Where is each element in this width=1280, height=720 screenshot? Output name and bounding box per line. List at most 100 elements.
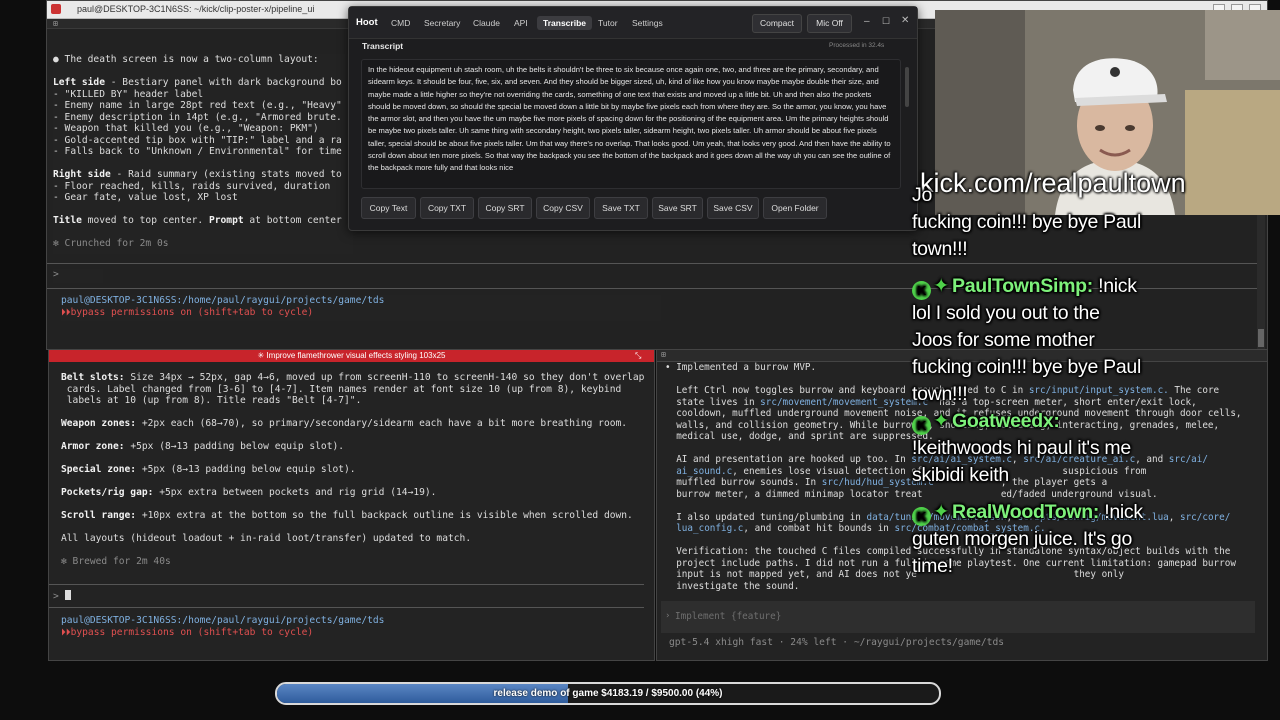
chat-username: Goatweedx: xyxy=(952,410,1060,432)
terminal-line: ✻ Crunched for 2m 0s xyxy=(53,238,169,249)
terminal-line: Right side - Raid summary (existing stat… xyxy=(53,169,342,180)
bypass-line: bypass permissions on (shift+tab to cycl… xyxy=(70,306,314,318)
goal-text: release demo of game $4183.19 / $9500.00… xyxy=(493,688,723,699)
close-icon[interactable]: ✕ xyxy=(901,15,909,26)
input-caret-icon: › xyxy=(665,611,671,621)
cwd-line: paul@DESKTOP-3C1N6SS:/home/paul/raygui/p… xyxy=(61,295,385,306)
maximize-icon[interactable]: ☐ xyxy=(882,16,890,27)
hoot-app-name: Hoot xyxy=(356,17,378,28)
transcript-label: Transcript xyxy=(362,41,404,51)
transcript-text[interactable]: In the hideout equipment uh stash room, … xyxy=(361,59,901,189)
terminal-line: investigate the sound. xyxy=(665,580,800,592)
pane-grid-icon: ⊞ xyxy=(661,350,666,359)
compact-button[interactable]: Compact xyxy=(752,14,802,33)
copy-srt-button[interactable]: Copy SRT xyxy=(478,197,532,219)
bottom-left-title: ✳ Improve flamethrower visual effects st… xyxy=(257,351,446,360)
bottom-left-output: Belt slots: Size 34px → 52px, gap 4→6, m… xyxy=(61,372,651,572)
copy-text-button[interactable]: Copy Text xyxy=(361,197,416,219)
terminal-line: Scroll range: +10px extra at the bottom … xyxy=(61,510,633,521)
terminal-line: - Gold-accented tip box with "TIP:" labe… xyxy=(53,134,342,146)
chat-overlay: Jo fucking coin!!! bye bye Paul town!!! … xyxy=(912,182,1272,580)
kick-badge-icon: K xyxy=(912,281,931,300)
terminal-line: Weapon zones: +2px each (68→70), so prim… xyxy=(61,418,628,429)
terminal-line: cards. Label changed from [3-6] to [4-7]… xyxy=(61,383,622,395)
transcript-scrollbar[interactable] xyxy=(905,67,909,107)
copy-txt-button[interactable]: Copy TXT xyxy=(420,197,474,219)
pane-grid-icon: ⊞ xyxy=(53,19,58,28)
codex-input-placeholder: Implement {feature} xyxy=(675,611,782,622)
terminal-line: - Gear fate, value lost, XP lost xyxy=(53,192,238,203)
hoot-app-window: Hoot CMD Secretary Claude API Transcribe… xyxy=(348,6,918,231)
minimize-icon[interactable]: – xyxy=(864,16,870,27)
bottom-left-status: paul@DESKTOP-3C1N6SS:/home/paul/raygui/p… xyxy=(61,615,651,641)
bl-cwd-line: paul@DESKTOP-3C1N6SS:/home/paul/raygui/p… xyxy=(61,615,385,626)
terminal-line: ✻ Brewed for 2m 40s xyxy=(61,556,171,567)
terminal-line: All layouts (hideout loadout + in-raid l… xyxy=(61,533,472,544)
hoot-nav-bar: Hoot CMD Secretary Claude API Transcribe… xyxy=(349,7,917,39)
tab-api[interactable]: API xyxy=(508,16,534,30)
mic-toggle-button[interactable]: Mic Off xyxy=(807,14,852,33)
kick-badge-icon: K xyxy=(912,507,931,526)
top-prompt[interactable]: > xyxy=(53,269,103,283)
processed-time: Processed in 32.4s xyxy=(829,42,885,49)
terminal-line: Title moved to top center. Prompt at bot… xyxy=(53,215,342,226)
terminal-line: ● The death screen is now a two-column l… xyxy=(53,54,319,65)
bl-bypass-line: bypass permissions on (shift+tab to cycl… xyxy=(70,626,314,638)
chat-username: RealWoodTown: xyxy=(952,501,1100,523)
terminal-app-icon xyxy=(51,4,61,14)
terminal-line: - "KILLED BY" header label xyxy=(53,88,204,100)
terminal-line: Pockets/rig gap: +5px extra between pock… xyxy=(61,487,437,498)
terminal-line: - Falls back to "Unknown / Environmental… xyxy=(53,146,342,157)
diamond-badge-icon: ✦ xyxy=(933,501,950,523)
resize-icon[interactable]: ⤡ xyxy=(635,351,641,361)
tab-tutor[interactable]: Tutor xyxy=(592,16,624,30)
terminal-line: labels at 10 (up from 8). Title reads "B… xyxy=(61,395,362,406)
bottom-left-titlebar[interactable]: ✳ Improve flamethrower visual effects st… xyxy=(49,350,654,362)
bottom-left-terminal: ✳ Improve flamethrower visual effects st… xyxy=(48,349,655,661)
top-terminal-title: paul@DESKTOP-3C1N6SS: ~/kick/clip-poster… xyxy=(77,4,315,14)
tab-transcribe[interactable]: Transcribe xyxy=(537,16,592,30)
bl-divider xyxy=(49,584,644,585)
terminal-line: - Floor reached, kills, raids survived, … xyxy=(53,180,331,192)
tab-cmd[interactable]: CMD xyxy=(385,16,416,30)
terminal-line: Special zone: +5px (8→13 padding below e… xyxy=(61,464,356,475)
top-status: paul@DESKTOP-3C1N6SS:/home/paul/raygui/p… xyxy=(61,295,661,321)
save-csv-button[interactable]: Save CSV xyxy=(707,197,759,219)
save-srt-button[interactable]: Save SRT xyxy=(652,197,703,219)
terminal-line: Armor zone: +5px (8→13 padding below equ… xyxy=(61,441,345,452)
diamond-badge-icon: ✦ xyxy=(933,410,950,432)
chat-message: K ✦ Goatweedx: !keithwoods hi paul it's me… xyxy=(912,410,1131,486)
terminal-line: Left side - Bestiary panel with dark bac… xyxy=(53,77,342,88)
donation-goal-bar: release demo of game $4183.19 / $9500.00… xyxy=(275,682,941,705)
cursor xyxy=(64,590,71,600)
terminal-line: - Enemy name in large 28pt red text (e.g… xyxy=(53,100,342,111)
chat-message: K ✦ PaulTownSimp: !nick lol I sold you out… xyxy=(912,275,1141,405)
diamond-badge-icon: ✦ xyxy=(933,275,950,297)
terminal-line: Belt slots: Size 34px → 52px, gap 4→6, m… xyxy=(61,372,645,383)
tab-settings[interactable]: Settings xyxy=(626,16,669,30)
stream-scene: paul@DESKTOP-3C1N6SS: ~/kick/clip-poster… xyxy=(0,0,1280,720)
tab-claude[interactable]: Claude xyxy=(467,16,506,30)
top-terminal-output: ● The death screen is now a two-column l… xyxy=(53,54,353,254)
chat-message: K ✦ RealWoodTown: !nick guten morgen juice… xyxy=(912,501,1143,577)
codex-status-line: gpt-5.4 xhigh fast · 24% left · ~/raygui… xyxy=(669,637,1169,651)
codex-input-box[interactable]: › Implement {feature} xyxy=(661,601,1255,633)
bl-divider-2 xyxy=(49,607,644,608)
bottom-left-prompt[interactable]: > xyxy=(53,590,253,604)
save-txt-button[interactable]: Save TXT xyxy=(594,197,648,219)
tab-secretary[interactable]: Secretary xyxy=(418,16,466,30)
chat-username: PaulTownSimp: xyxy=(952,275,1093,297)
copy-csv-button[interactable]: Copy CSV xyxy=(536,197,590,219)
open-folder-button[interactable]: Open Folder xyxy=(763,197,827,219)
